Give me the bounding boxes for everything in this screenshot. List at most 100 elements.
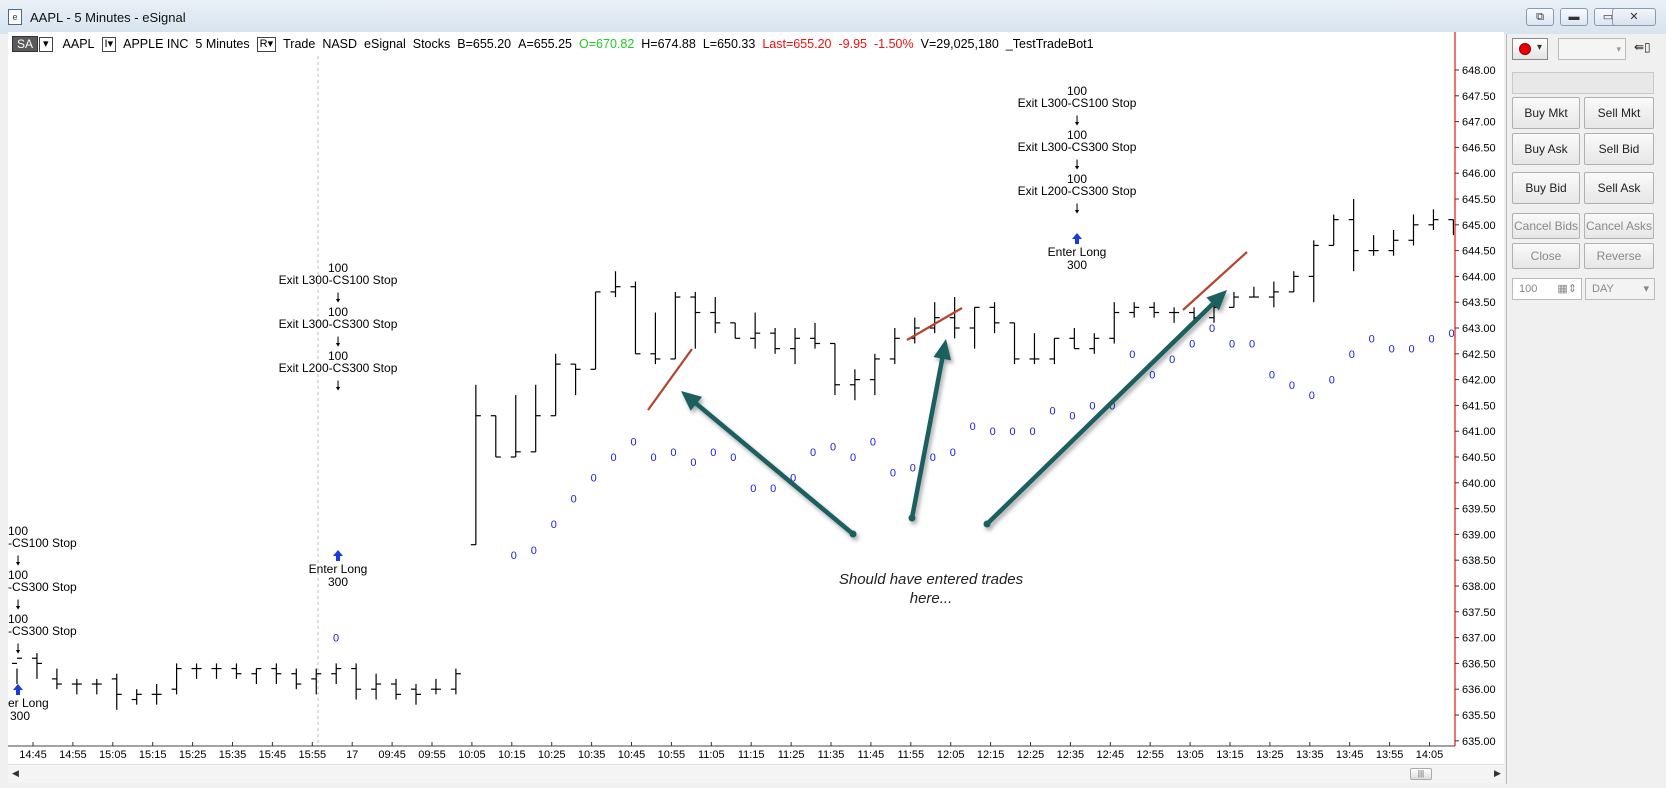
scroll-right-icon[interactable]: ▶ (1494, 768, 1501, 779)
exit-signal-label: -CS100 Stop (8, 536, 77, 550)
ohlc-bar (1408, 214, 1419, 246)
scroll-thumb[interactable]: ||| (1410, 768, 1432, 780)
sar-marker: 0 (531, 545, 537, 557)
enter-arrow-icon (13, 684, 23, 690)
annotation-arrow (681, 391, 857, 538)
ohlc-bar (1248, 286, 1259, 298)
ohlc-bar (1348, 199, 1359, 272)
time-tick-label: 13:55 (1376, 749, 1404, 761)
price-tick-label: 644.00 (1462, 271, 1496, 283)
ohlc-bar (869, 353, 880, 396)
ohlc-bar (570, 363, 581, 396)
close-position-button[interactable]: Close (1512, 243, 1580, 269)
panel-link-icon[interactable]: ⇚▯ (1634, 40, 1651, 54)
ohlc-bar (1428, 209, 1439, 230)
time-tick-label: 13:35 (1296, 749, 1324, 761)
order-status-box (1512, 72, 1654, 94)
sar-marker: 0 (670, 447, 676, 459)
exit-signal-label: -CS300 Stop (8, 580, 77, 594)
price-tick-label: 641.50 (1462, 400, 1496, 412)
scroll-left-icon[interactable]: ◀ (12, 768, 19, 779)
buy-bid-button[interactable]: Buy Bid (1512, 172, 1580, 204)
ohlc-bar (650, 312, 661, 365)
exit-signal-label: Exit L300-CS300 Stop (1018, 140, 1137, 154)
sar-marker: 0 (810, 447, 816, 459)
ohlc-bar (151, 684, 162, 705)
annotation-line-1: Should have entered trades (838, 571, 1024, 588)
ohlc-bar (829, 342, 840, 396)
ohlc-bar (331, 663, 342, 685)
quantity-field[interactable]: 100 ▦⇕ (1512, 278, 1582, 300)
ohlc-bar (450, 668, 461, 695)
ohlc-bar (710, 297, 721, 334)
ohlc-bar (1049, 337, 1060, 365)
time-in-force-select[interactable]: DAY ▾ (1585, 278, 1655, 300)
horizontal-scrollbar[interactable]: ◀ ||| ▶ (8, 764, 1504, 783)
exit-arrow-icon: 🠗 (335, 291, 341, 306)
price-tick-label: 643.00 (1462, 323, 1496, 335)
ohlc-bar (810, 322, 820, 349)
account-select[interactable]: ▾ (1558, 38, 1626, 60)
price-chart[interactable]: 648.00 647.50 647.00 646.50 646.00 645.50 645.… (0, 0, 1666, 788)
ohlc-bar (291, 668, 302, 690)
record-button[interactable]: ▾ (1512, 38, 1548, 60)
price-tick-label: 642.00 (1462, 375, 1496, 387)
sar-marker: 0 (1409, 344, 1415, 356)
sar-marker: 0 (650, 452, 656, 464)
price-tick-label: 636.00 (1462, 684, 1496, 696)
buy-ask-button[interactable]: Buy Ask (1512, 133, 1580, 165)
ohlc-bar (391, 678, 402, 700)
chevron-down-icon: ▾ (1643, 283, 1649, 295)
ohlc-bar (1029, 333, 1040, 365)
ohlc-bar (1069, 328, 1080, 350)
time-tick-label: 12:45 (1097, 749, 1125, 761)
time-tick-label: 13:05 (1176, 749, 1204, 761)
ohlc-bar (969, 306, 980, 349)
cancel-asks-button[interactable]: Cancel Asks (1584, 213, 1654, 239)
sar-marker: 0 (1229, 338, 1235, 350)
exit-signal-label: Exit L300-CS300 Stop (279, 317, 398, 331)
price-tick-label: 635.00 (1462, 736, 1496, 748)
sell-bid-button[interactable]: Sell Bid (1584, 133, 1654, 165)
enter-signal-label: Enter Long (1048, 245, 1107, 259)
sar-marker: 0 (1349, 349, 1355, 361)
ohlc-bar (1129, 302, 1140, 318)
exit-signal-label: Exit L300-CS100 Stop (1018, 96, 1137, 110)
sar-marker: 0 (950, 447, 956, 459)
record-icon (1519, 43, 1531, 55)
time-tick-label: 13:45 (1336, 749, 1364, 761)
sar-marker: 0 (750, 483, 756, 495)
ohlc-bar (251, 667, 262, 685)
time-tick-label: 12:25 (1017, 749, 1045, 761)
time-tick-label: 11:15 (738, 749, 765, 761)
sar-marker: 0 (1129, 349, 1135, 361)
time-tick-label: 10:45 (618, 749, 646, 761)
ohlc-bar (1328, 214, 1339, 247)
ohlc-bar (1089, 333, 1100, 354)
sar-marker: 0 (1249, 338, 1255, 350)
arrow-shaft (694, 401, 856, 537)
sell-mkt-button[interactable]: Sell Mkt (1584, 97, 1654, 129)
sar-marker: 0 (850, 452, 856, 464)
sar-marker: 0 (1309, 390, 1315, 402)
sar-marker: 0 (1389, 344, 1395, 356)
time-tick-label: 15:35 (219, 749, 247, 761)
cancel-bids-button[interactable]: Cancel Bids (1512, 213, 1580, 239)
sell-ask-button[interactable]: Sell Ask (1584, 172, 1654, 204)
price-tick-label: 636.50 (1462, 658, 1496, 670)
sar-marker: 0 (1369, 333, 1375, 345)
time-tick-label: 11:25 (778, 749, 805, 761)
price-tick-label: 640.50 (1462, 452, 1496, 464)
ohlc-bar (351, 663, 362, 700)
sar-marker: 0 (1029, 426, 1035, 438)
buy-mkt-button[interactable]: Buy Mkt (1512, 97, 1580, 129)
price-tick-label: 638.50 (1462, 555, 1496, 567)
sar-marker: 0 (1448, 328, 1454, 340)
price-tick-label: 638.00 (1462, 581, 1496, 593)
sar-marker: 0 (870, 437, 876, 449)
sar-marker: 0 (630, 437, 636, 449)
ohlc-bar (1228, 291, 1239, 308)
reverse-button[interactable]: Reverse (1584, 243, 1654, 269)
ohlc-bar (51, 668, 62, 690)
calculator-icon[interactable]: ▦⇕ (1557, 279, 1577, 299)
